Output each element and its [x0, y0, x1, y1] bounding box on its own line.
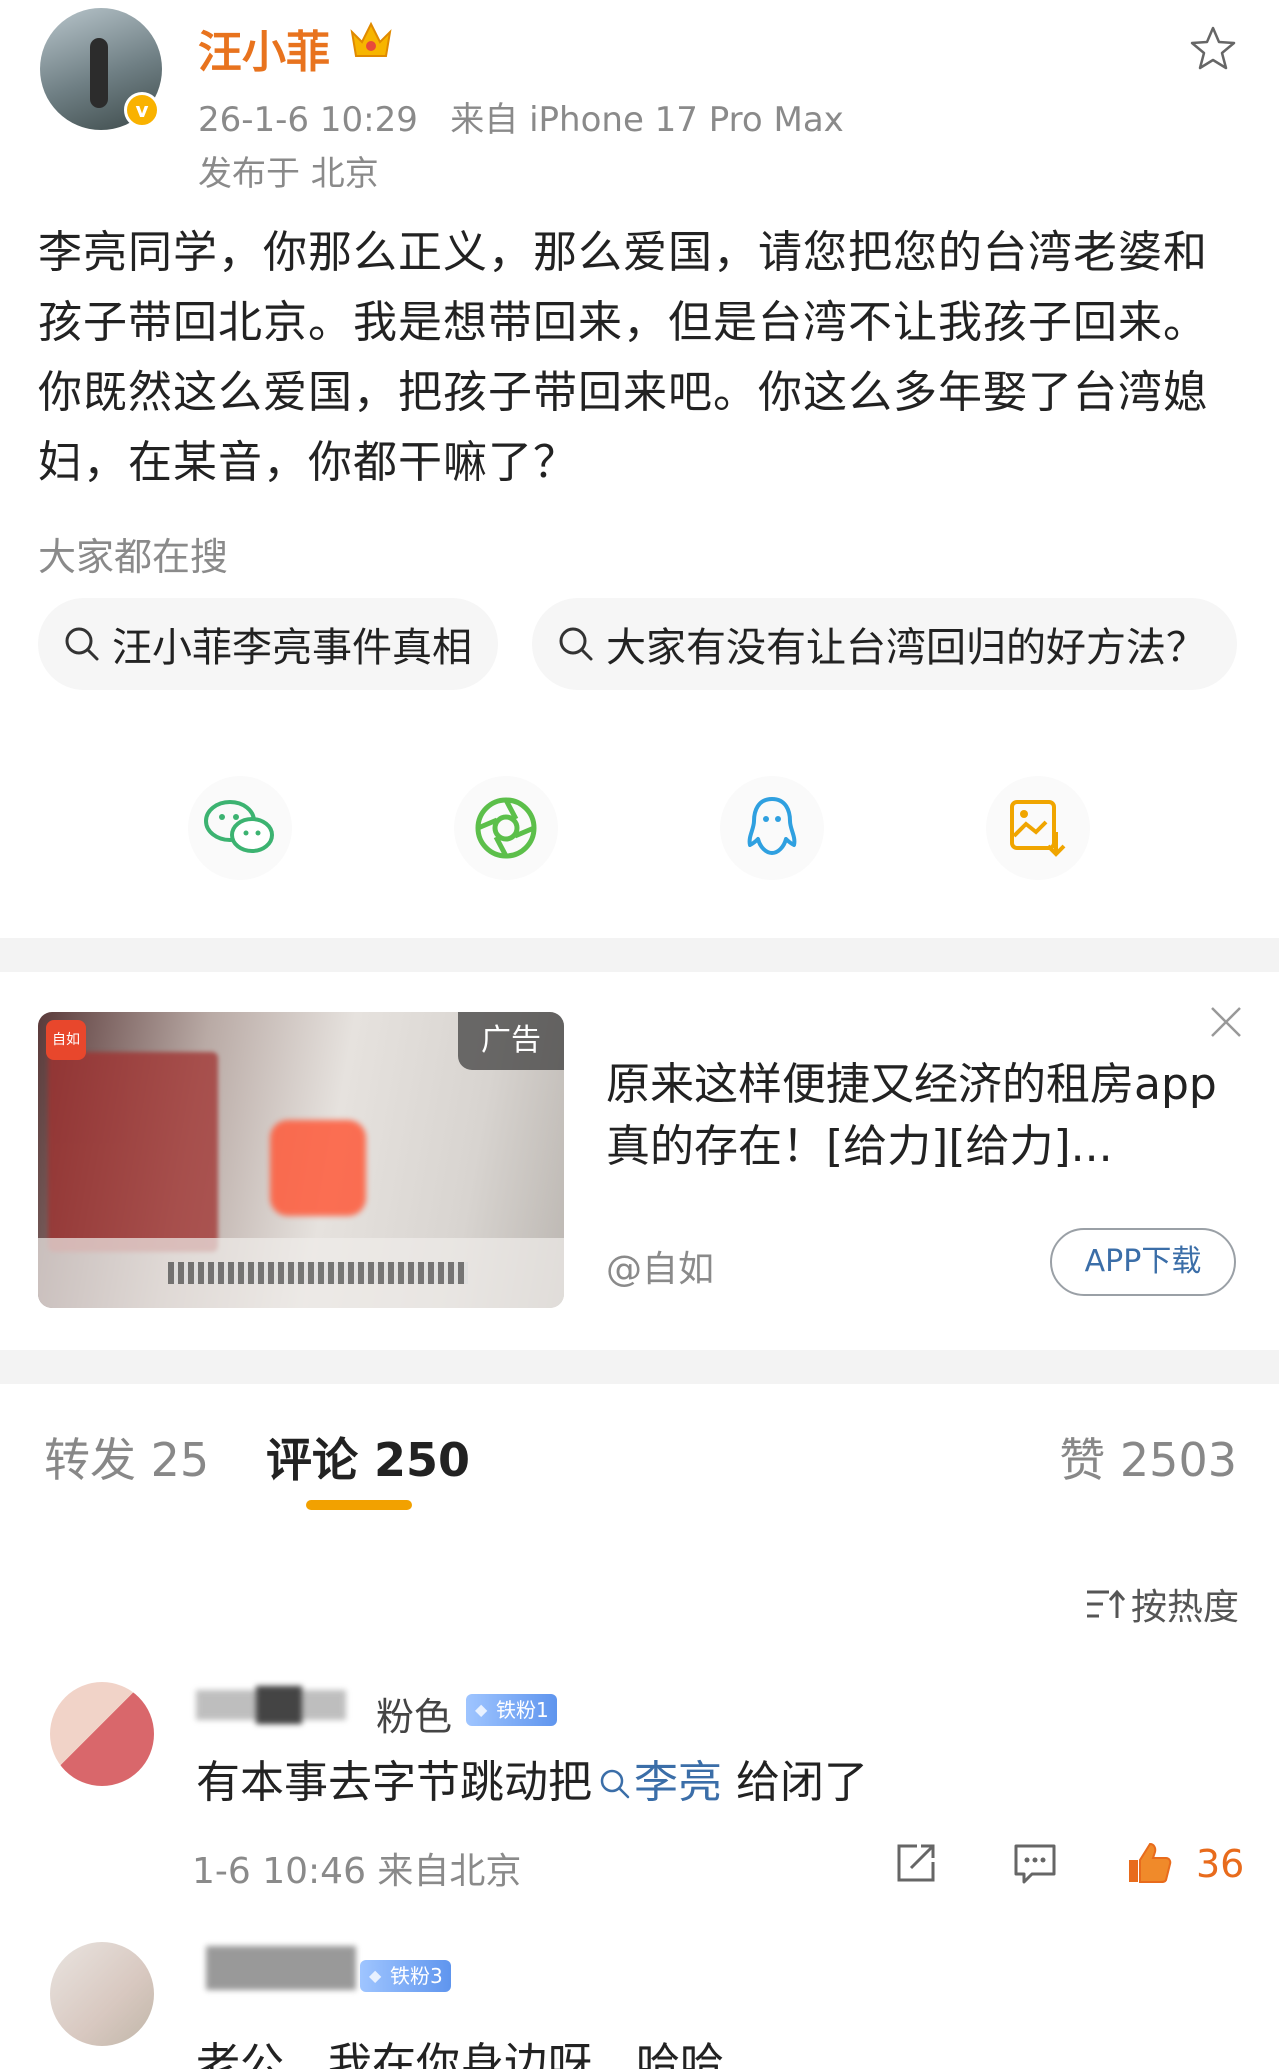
comment-text-after: 给闭了 [722, 1757, 868, 1808]
sort-by-hot-button[interactable]: 按热度 [1085, 1578, 1239, 1630]
comment-icon[interactable] [1012, 1840, 1058, 1886]
search-chip-1-label: 汪小菲李亮事件真相 [112, 625, 472, 671]
tab-comment[interactable]: 评论 250 [266, 1424, 470, 1490]
comment-text: 有本事去字节跳动把 李亮 给闭了 [196, 1746, 868, 1810]
post-body: 李亮同学，你那么正义，那么爱国，请您把您的台湾老婆和孩子带回北京。我是想带回来，… [38, 227, 1208, 488]
comment-meta: 1-6 10:46 来自北京 [192, 1851, 522, 1892]
save-image-icon [1010, 800, 1066, 857]
search-hint-label: 大家都在搜 [38, 535, 229, 579]
sort-icon [1086, 1589, 1125, 1618]
fan-badge: 铁粉3 [360, 1960, 451, 1992]
tab-repost[interactable]: 转发 25 [44, 1424, 209, 1490]
section-divider [0, 938, 1279, 972]
fan-badge: 铁粉1 [466, 1694, 557, 1726]
verified-badge-icon: v [124, 92, 160, 128]
qq-icon [747, 797, 797, 855]
commenter-avatar[interactable] [50, 1942, 154, 2046]
sort-label: 按热度 [1130, 1587, 1239, 1628]
post-time: 26-1-6 10:29 [198, 100, 418, 140]
share-wechat-button[interactable] [188, 776, 292, 880]
share-moments-button[interactable] [454, 776, 558, 880]
like-icon[interactable] [1126, 1840, 1172, 1886]
section-divider [0, 1350, 1279, 1384]
post-meta: 26-1-6 10:29 来自 iPhone 17 Pro Max [198, 92, 844, 141]
like-count: 36 [1196, 1842, 1245, 1886]
share-qq-button[interactable] [720, 776, 824, 880]
post-source: 来自 iPhone 17 Pro Max [450, 100, 844, 140]
wechat-icon [204, 800, 274, 853]
ad-tag: 广告 [458, 1012, 564, 1070]
topic-link[interactable]: 李亮 [634, 1757, 722, 1808]
crown-icon [350, 21, 392, 57]
commenter-name-text: 粉色 [376, 1695, 453, 1739]
active-tab-indicator [306, 1500, 412, 1510]
favorite-star-icon[interactable] [1188, 24, 1238, 74]
author-name[interactable]: 汪小菲 [198, 16, 330, 80]
commenter-avatar[interactable] [50, 1682, 154, 1786]
comment-text: 老公，我在你身边呀，哈哈 [196, 2039, 724, 2069]
moments-icon [475, 797, 537, 859]
repost-icon[interactable] [893, 1840, 939, 1886]
search-chip-2[interactable]: 大家有没有让台湾回归的好方法？ [532, 598, 1237, 690]
share-save-image-button[interactable] [986, 776, 1090, 880]
comment-text-before: 有本事去字节跳动把 [196, 1757, 592, 1808]
app-download-button[interactable]: APP下载 [1050, 1228, 1236, 1296]
search-icon [559, 627, 593, 661]
search-chip-1[interactable]: 汪小菲李亮事件真相 [38, 598, 498, 690]
ad-title[interactable]: 原来这样便捷又经济的租房app真的存在！[给力][给力]... [606, 1054, 1236, 1178]
search-chip-2-label: 大家有没有让台湾回归的好方法？ [606, 625, 1206, 671]
close-icon[interactable] [1208, 1004, 1244, 1040]
search-icon [65, 627, 99, 661]
ad-source[interactable]: @自如 [606, 1240, 714, 1292]
tab-like[interactable]: 赞 2503 [1059, 1424, 1237, 1490]
ad-brand-logo: 自如 [46, 1020, 86, 1060]
topic-search-icon [600, 1769, 630, 1799]
post-location: 发布于 北京 [198, 154, 379, 194]
